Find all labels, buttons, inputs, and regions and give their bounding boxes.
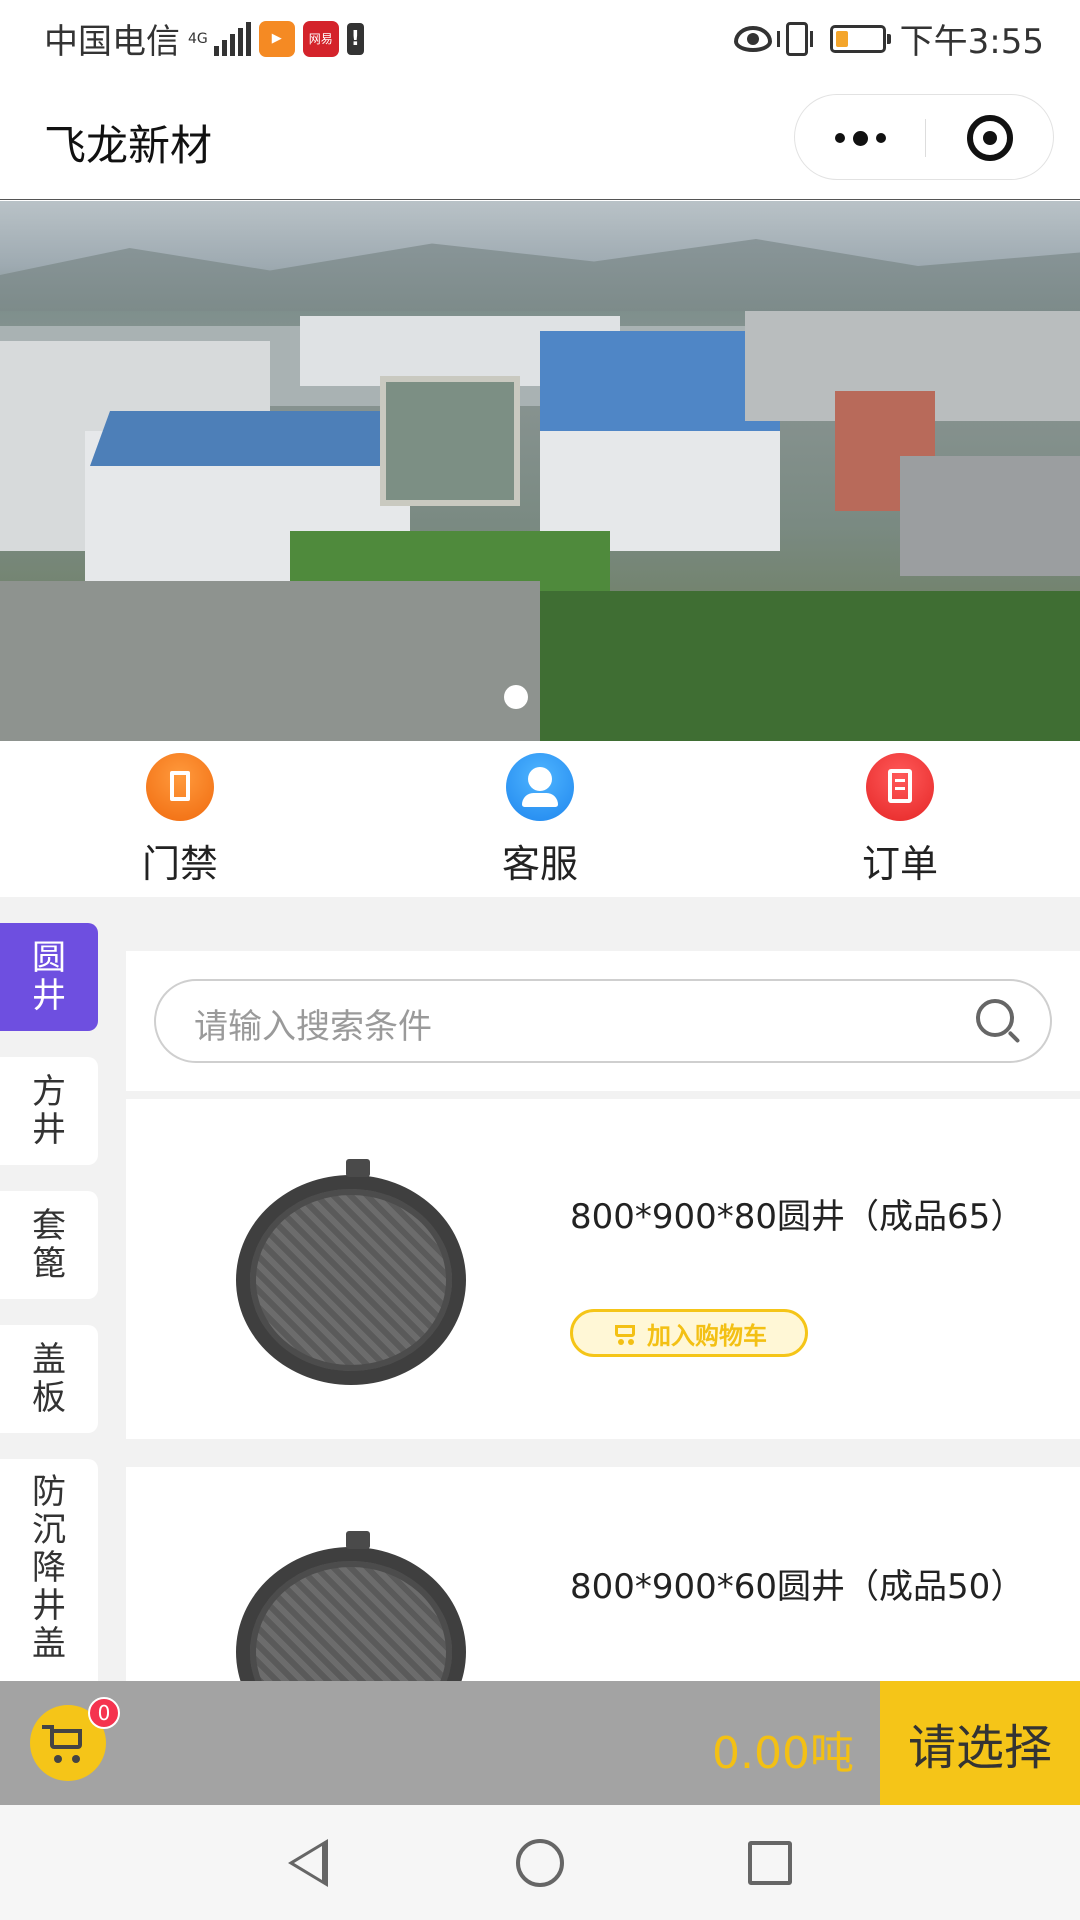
- vibrate-icon: [776, 21, 813, 56]
- category-item-anti-settlement[interactable]: 防沉降井盖: [0, 1459, 98, 1681]
- clock: 下午3:55: [899, 22, 1044, 62]
- app-header: 飞龙新材: [0, 76, 1080, 200]
- search-input[interactable]: 请输入搜索条件: [154, 979, 1052, 1063]
- banner-mountains: [0, 239, 1080, 311]
- status-bar: 中国电信 4G ▶ 网易 下午3:55: [0, 0, 1080, 76]
- search-bar: 请输入搜索条件: [126, 951, 1080, 1091]
- manhole-cover-image: [236, 1159, 466, 1385]
- signal-icon: [213, 21, 251, 56]
- category-label: 圆井: [32, 938, 66, 1016]
- nav-label-orders: 订单: [861, 842, 938, 886]
- video-app-icon: ▶: [258, 20, 295, 57]
- category-label: 防沉降井盖: [32, 1472, 66, 1664]
- cart-total: 0.00吨: [712, 1728, 854, 1779]
- cart-bar: 0 0.00吨 请选择: [0, 1681, 1080, 1805]
- product-name: 800*900*80圆井（成品65）: [570, 1197, 1025, 1237]
- product-name: 800*900*60圆井（成品50）: [570, 1567, 1025, 1607]
- manhole-cover-image: [236, 1531, 466, 1681]
- network-type-label: 4G: [188, 30, 208, 47]
- netease-app-icon: 网易: [302, 20, 339, 57]
- capsule-divider: [925, 119, 926, 157]
- add-to-cart-button[interactable]: 加入购物车: [570, 1309, 808, 1357]
- shopping-cart-icon: [50, 1729, 82, 1749]
- category-item-grate[interactable]: 套篦: [0, 1191, 98, 1299]
- door-icon: [146, 753, 214, 821]
- category-label: 方井: [32, 1072, 66, 1150]
- nav-item-customer-service[interactable]: 客服: [360, 741, 720, 897]
- product-card[interactable]: 800*900*60圆井（成品50）: [126, 1467, 1080, 1681]
- nav-label-access-control: 门禁: [141, 842, 218, 886]
- order-clipboard-icon: [866, 753, 934, 821]
- category-label: 套篦: [32, 1206, 66, 1284]
- quick-nav: 门禁 客服 订单: [0, 741, 1080, 897]
- eye-icon: [733, 25, 772, 52]
- mini-program-capsule: [794, 94, 1054, 180]
- main-area: 圆井 方井 套篦 盖板 防沉降井盖 请输入搜索条件 800*900*80圆井（成…: [0, 897, 1080, 1681]
- page-title: 飞龙新材: [44, 121, 213, 170]
- cart-count-badge: 0: [88, 1697, 120, 1729]
- nav-item-access-control[interactable]: 门禁: [0, 741, 360, 897]
- add-to-cart-label: 加入购物车: [647, 1321, 767, 1350]
- category-item-round-well[interactable]: 圆井: [0, 923, 98, 1031]
- cart-icon: [611, 1322, 637, 1345]
- search-icon[interactable]: [976, 999, 1021, 1044]
- product-card[interactable]: 800*900*80圆井（成品65） 加入购物车: [126, 1099, 1080, 1439]
- close-target-icon[interactable]: [967, 115, 1013, 161]
- battery-icon: [829, 24, 891, 53]
- category-item-cover-plate[interactable]: 盖板: [0, 1325, 98, 1433]
- back-icon[interactable]: [288, 1839, 328, 1887]
- system-nav-bar: [0, 1805, 1080, 1920]
- nav-item-orders[interactable]: 订单: [720, 741, 1080, 897]
- carrier-label: 中国电信: [44, 22, 180, 62]
- carousel-indicator-dot[interactable]: [504, 685, 528, 709]
- search-placeholder: 请输入搜索条件: [194, 1007, 432, 1047]
- category-label: 盖板: [32, 1340, 66, 1418]
- more-options-icon[interactable]: [795, 95, 925, 181]
- category-item-square-well[interactable]: 方井: [0, 1057, 98, 1165]
- choose-button[interactable]: 请选择: [880, 1681, 1080, 1805]
- customer-service-icon: [506, 753, 574, 821]
- home-icon[interactable]: [516, 1839, 564, 1887]
- nav-label-customer-service: 客服: [501, 842, 578, 886]
- alert-icon: [346, 22, 364, 55]
- recent-apps-icon[interactable]: [748, 1841, 792, 1885]
- banner-carousel[interactable]: [0, 201, 1080, 741]
- status-right: 下午3:55: [733, 14, 1044, 63]
- status-left: 中国电信 4G ▶ 网易: [44, 14, 364, 63]
